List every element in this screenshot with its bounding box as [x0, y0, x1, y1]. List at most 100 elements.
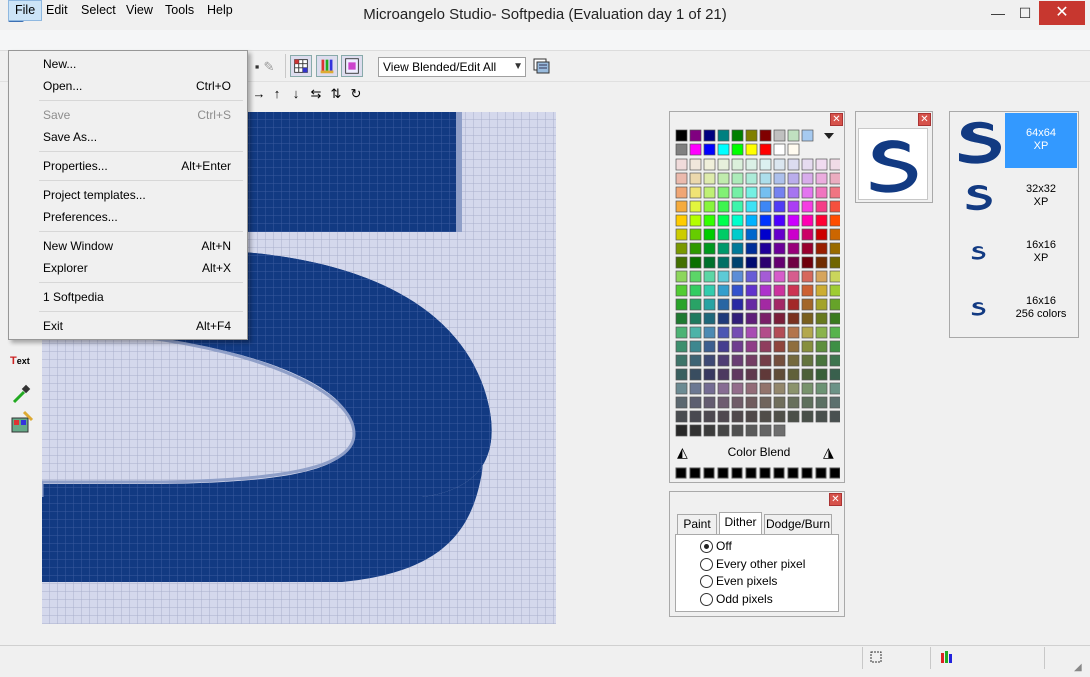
palette-swatch[interactable] [745, 298, 758, 311]
palette-swatch[interactable] [829, 200, 840, 213]
palette-swatch[interactable] [787, 158, 800, 171]
palette-swatch[interactable] [829, 172, 840, 185]
palette-swatch[interactable] [703, 312, 716, 325]
palette-swatch[interactable] [675, 129, 688, 142]
palette-swatch[interactable] [731, 214, 744, 227]
palette-swatch[interactable] [815, 382, 828, 395]
palette-swatch[interactable] [801, 256, 814, 269]
pencils-icon[interactable] [316, 55, 338, 77]
palette-swatch[interactable] [773, 354, 786, 367]
palette-swatch[interactable] [801, 270, 814, 283]
palette-swatch[interactable] [745, 382, 758, 395]
palette-swatch[interactable] [717, 326, 730, 339]
palette-swatch[interactable] [787, 340, 800, 353]
palette-swatch[interactable] [745, 242, 758, 255]
palette-dropdown-icon[interactable] [824, 133, 834, 139]
menu-help[interactable]: Help [201, 0, 239, 21]
palette-swatch[interactable] [731, 129, 744, 142]
palette-swatch[interactable] [801, 242, 814, 255]
window-preview-icon[interactable] [341, 55, 363, 77]
palette-swatch[interactable] [815, 396, 828, 409]
palette-swatch[interactable] [717, 396, 730, 409]
menu-item-open[interactable]: Open... Ctrl+O [11, 75, 245, 97]
palette-swatch[interactable] [717, 284, 730, 297]
palette-swatch[interactable] [703, 298, 716, 311]
menu-edit[interactable]: Edit [40, 0, 74, 21]
palette-swatch[interactable] [689, 270, 702, 283]
palette-swatch[interactable] [703, 200, 716, 213]
palette-swatch[interactable] [829, 270, 840, 283]
palette-swatch[interactable] [759, 410, 772, 423]
palette-swatch[interactable] [689, 312, 702, 325]
palette-swatch[interactable] [731, 340, 744, 353]
palette-swatch[interactable] [801, 298, 814, 311]
palette-swatch[interactable] [801, 312, 814, 325]
menu-item-new-window[interactable]: New Window Alt+N [11, 235, 245, 257]
palette-swatch[interactable] [759, 200, 772, 213]
menu-file[interactable]: File [8, 0, 43, 21]
palette-swatch[interactable] [689, 298, 702, 311]
radio-unselected[interactable] [700, 575, 713, 588]
palette-swatch[interactable] [759, 172, 772, 185]
palette-swatch[interactable] [717, 354, 730, 367]
palette-swatch[interactable] [829, 228, 840, 241]
palette-swatch[interactable] [787, 298, 800, 311]
palette-swatch[interactable] [815, 298, 828, 311]
palette-swatch[interactable] [689, 284, 702, 297]
palette-swatch[interactable] [787, 396, 800, 409]
palette-swatch[interactable] [801, 410, 814, 423]
palette-swatch[interactable] [773, 172, 786, 185]
palette-swatch[interactable] [689, 143, 702, 156]
palette-swatch[interactable] [815, 186, 828, 199]
text-tool-icon[interactable]: Text [10, 355, 30, 367]
palette-swatch[interactable] [717, 143, 730, 156]
palette-swatch[interactable] [717, 200, 730, 213]
palette-swatch[interactable] [745, 172, 758, 185]
palette-swatch[interactable] [717, 270, 730, 283]
palette-swatch[interactable] [773, 228, 786, 241]
format-16x16-xp[interactable]: 16x16 XP [951, 225, 1077, 280]
palette-swatch[interactable] [731, 284, 744, 297]
palette-swatch[interactable] [759, 186, 772, 199]
blend-swatch[interactable] [759, 467, 771, 479]
palette-swatch[interactable] [759, 270, 772, 283]
palette-swatch[interactable] [759, 340, 772, 353]
palette-swatch[interactable] [689, 410, 702, 423]
palette-swatch[interactable] [717, 129, 730, 142]
color-palette[interactable] [674, 128, 840, 440]
palette-swatch[interactable] [703, 228, 716, 241]
palette-swatch[interactable] [787, 284, 800, 297]
blend-swatch[interactable] [745, 467, 757, 479]
palette-swatch[interactable] [731, 396, 744, 409]
palette-swatch[interactable] [759, 326, 772, 339]
palette-swatch[interactable] [717, 242, 730, 255]
palette-swatch[interactable] [703, 382, 716, 395]
format-32x32-xp[interactable]: 32x32 XP [951, 169, 1077, 224]
palette-swatch[interactable] [675, 186, 688, 199]
palette-swatch[interactable] [731, 354, 744, 367]
menu-item-new[interactable]: New... [11, 53, 245, 75]
tab-dodge-burn[interactable]: Dodge/Burn [764, 514, 832, 534]
palette-swatch[interactable] [815, 270, 828, 283]
pin-icon[interactable]: ✎ [258, 56, 280, 78]
preview-close-button[interactable]: ✕ [918, 113, 931, 126]
blend-swatch[interactable] [689, 467, 701, 479]
palette-swatch[interactable] [731, 368, 744, 381]
palette-swatch[interactable] [829, 326, 840, 339]
palette-swatch[interactable] [745, 312, 758, 325]
palette-swatch[interactable] [801, 158, 814, 171]
palette-swatch[interactable] [675, 200, 688, 213]
format-16x16-256-colors[interactable]: 16x16 256 colors [951, 281, 1077, 336]
palette-swatch[interactable] [773, 382, 786, 395]
palette-swatch[interactable] [773, 242, 786, 255]
palette-swatch[interactable] [745, 270, 758, 283]
palette-swatch[interactable] [689, 129, 702, 142]
palette-swatch[interactable] [703, 354, 716, 367]
palette-swatch[interactable] [759, 382, 772, 395]
palette-swatch[interactable] [759, 284, 772, 297]
palette-swatch[interactable] [703, 242, 716, 255]
palette-swatch[interactable] [745, 158, 758, 171]
close-button[interactable]: ✕ [1039, 1, 1085, 25]
palette-swatch[interactable] [745, 410, 758, 423]
minimize-button[interactable]: — [985, 1, 1011, 25]
